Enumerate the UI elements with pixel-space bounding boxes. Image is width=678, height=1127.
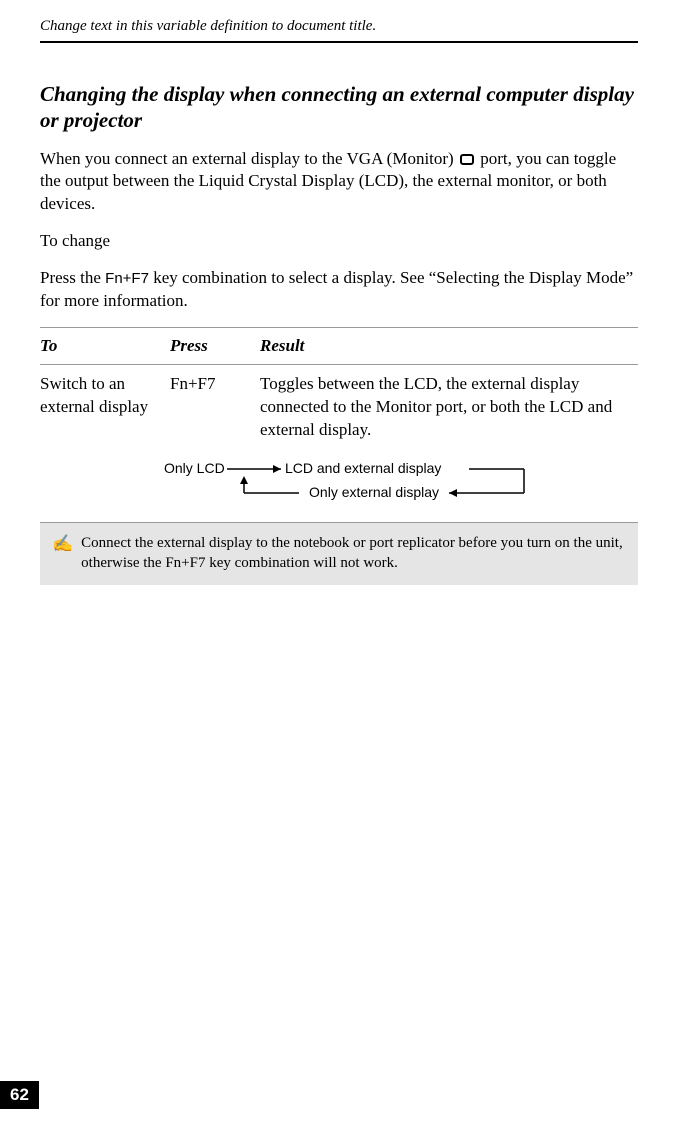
td-to: Switch to an external display [40,365,170,450]
diagram-lcd-ext: LCD and external display [285,460,441,476]
table-row: Switch to an external display Fn+F7 Togg… [40,365,638,450]
key-combo: Fn+F7 [105,270,149,287]
page-number: 62 [0,1081,39,1109]
display-table: To Press Result Switch to an external di… [40,327,638,523]
para3-a: Press the [40,268,105,287]
diagram-only-ext: Only external display [309,484,439,500]
th-result: Result [260,328,638,365]
section-title: Changing the display when connecting an … [40,81,638,134]
note-icon: ✍ [52,533,73,556]
paragraph-intro: When you connect an external display to … [40,148,638,217]
diagram-row: Only LCD LCD and external display Only e… [40,450,638,523]
diagram-cell: Only LCD LCD and external display Only e… [40,450,638,523]
paragraph-instruction: Press the Fn+F7 key combination to selec… [40,267,638,313]
diagram-only-lcd: Only LCD [164,460,225,476]
td-result: Toggles between the LCD, the external di… [260,365,638,450]
note-box: ✍ Connect the external display to the no… [40,523,638,586]
paragraph-to-change: To change [40,230,638,253]
monitor-icon [460,154,474,165]
table-header-row: To Press Result [40,328,638,365]
note-text: Connect the external display to the note… [81,533,626,574]
toggle-diagram: Only LCD LCD and external display Only e… [40,458,638,508]
td-press: Fn+F7 [170,365,260,450]
th-to: To [40,328,170,365]
running-header: Change text in this variable definition … [40,18,638,43]
th-press: Press [170,328,260,365]
para1-text-a: When you connect an external display to … [40,149,458,168]
